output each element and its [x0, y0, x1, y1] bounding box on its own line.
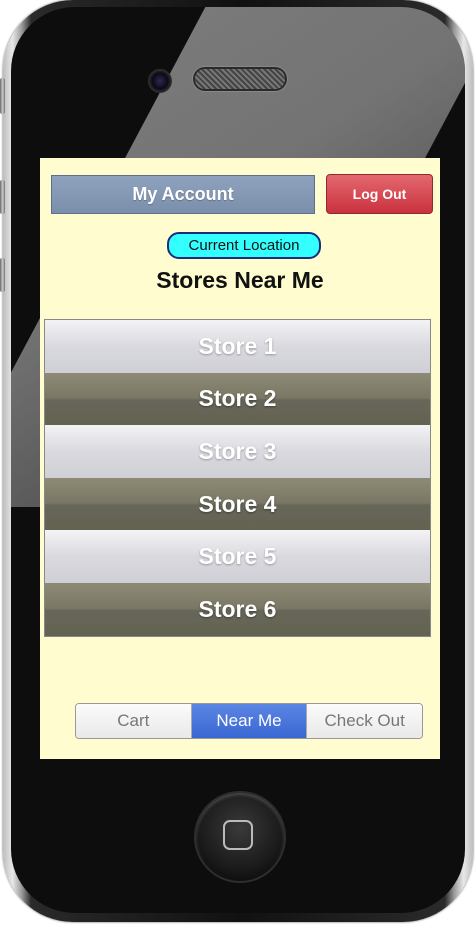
- store-item[interactable]: Store 2: [45, 372, 430, 426]
- tab-cart[interactable]: Cart: [76, 704, 192, 738]
- store-item[interactable]: Store 5: [45, 530, 430, 583]
- tab-check-out[interactable]: Check Out: [307, 704, 422, 738]
- app-screen: My Account Log Out Current Location Stor…: [40, 158, 440, 759]
- tab-near-me[interactable]: Near Me: [191, 704, 308, 738]
- home-button[interactable]: [196, 793, 284, 881]
- camera-icon: [148, 69, 172, 93]
- store-list: Store 1 Store 2 Store 3 Store 4 Store 5 …: [44, 319, 431, 637]
- bottom-tab-bar: Cart Near Me Check Out: [75, 703, 423, 739]
- store-item[interactable]: Store 6: [45, 582, 430, 636]
- store-item[interactable]: Store 4: [45, 477, 430, 531]
- silent-switch: [0, 78, 5, 114]
- current-location-button[interactable]: Current Location: [167, 232, 321, 259]
- volume-up-button: [0, 180, 5, 214]
- speaker-icon: [195, 69, 285, 89]
- store-item[interactable]: Store 3: [45, 425, 430, 478]
- volume-down-button: [0, 258, 5, 292]
- page-title: Stores Near Me: [156, 267, 324, 293]
- my-account-button[interactable]: My Account: [51, 175, 315, 214]
- store-item[interactable]: Store 1: [45, 320, 430, 373]
- home-square-icon: [223, 820, 253, 850]
- log-out-button[interactable]: Log Out: [326, 174, 433, 214]
